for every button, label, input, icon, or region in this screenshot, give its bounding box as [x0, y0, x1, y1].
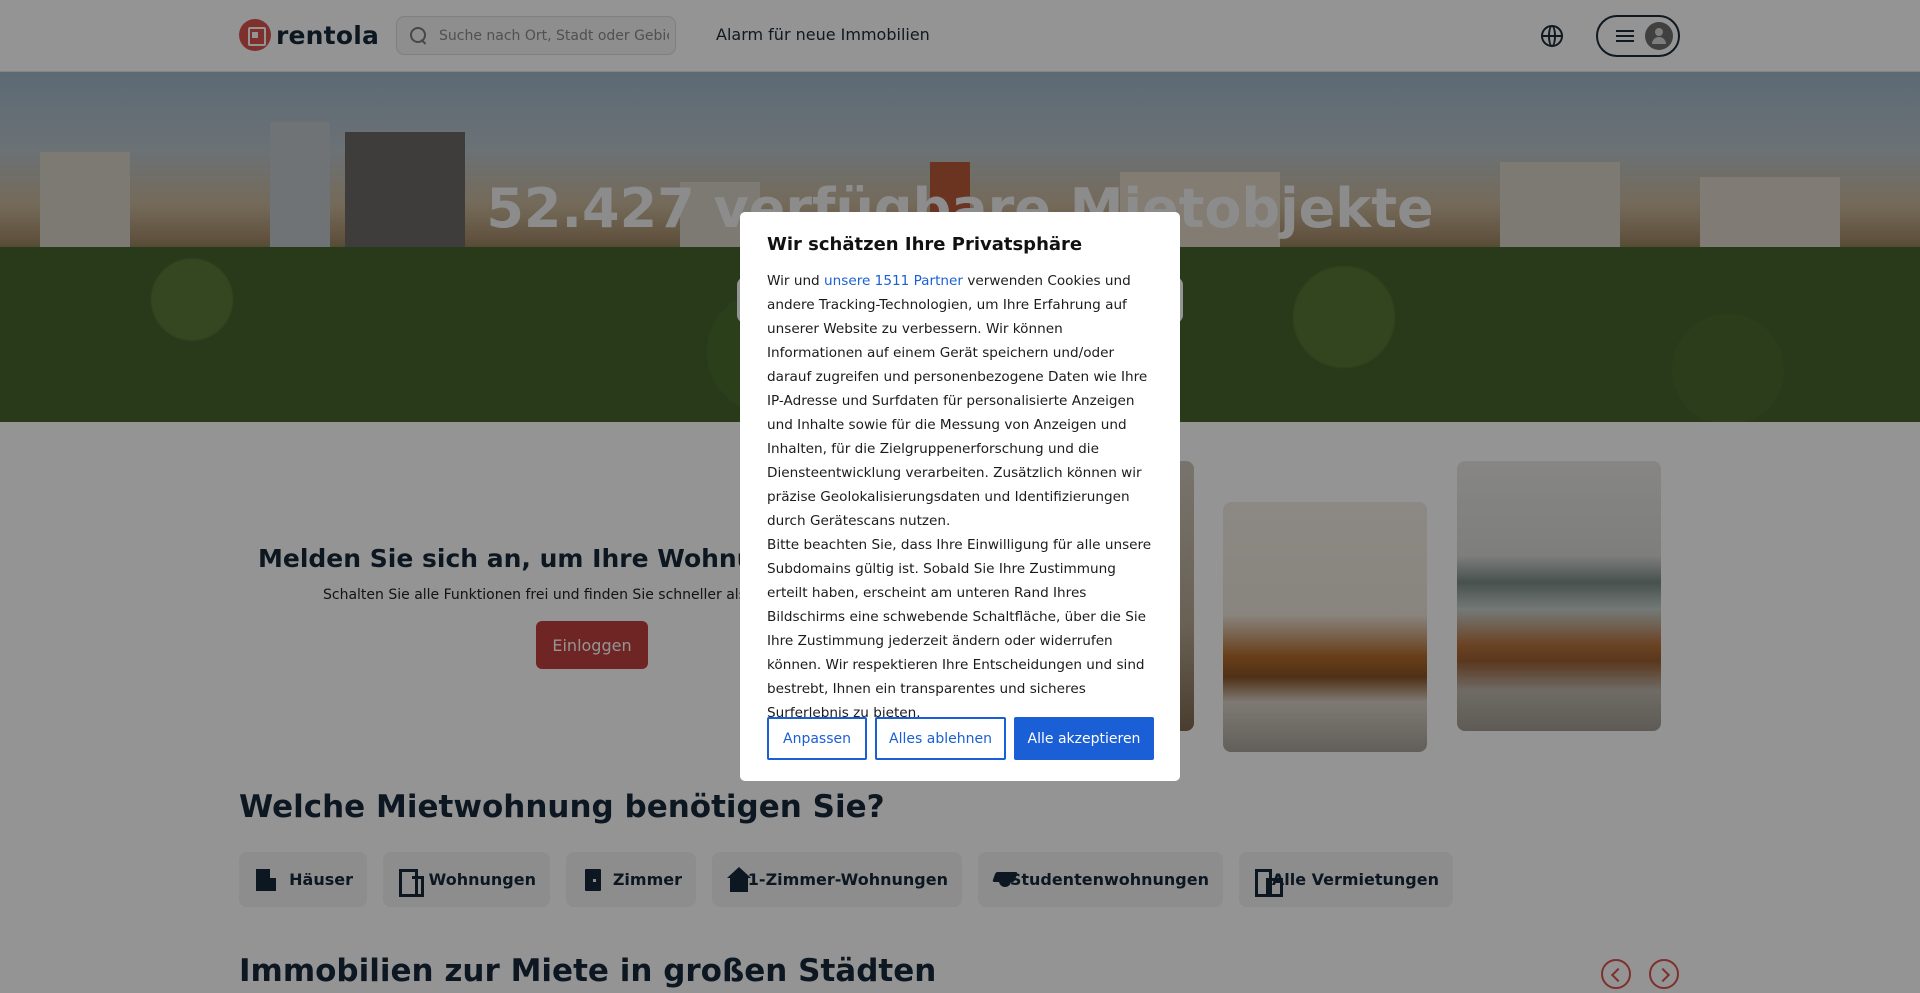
- consent-title: Wir schätzen Ihre Privatsphäre: [767, 234, 1083, 255]
- customize-button[interactable]: Anpassen: [767, 717, 867, 760]
- cookie-consent-dialog: Wir schätzen Ihre Privatsphäre Wir und u…: [740, 212, 1180, 781]
- consent-paragraph-2: Bitte beachten Sie, dass Ihre Einwilligu…: [767, 537, 1152, 721]
- reject-all-button[interactable]: Alles ablehnen: [875, 717, 1006, 760]
- partners-link[interactable]: unsere 1511 Partner: [824, 273, 963, 289]
- consent-paragraph-1: Wir und unsere 1511 Partner verwenden Co…: [767, 269, 1153, 533]
- consent-text: Wir und unsere 1511 Partner verwenden Co…: [767, 269, 1153, 725]
- consent-text-end: verwenden Cookies und andere Tracking-Te…: [767, 273, 1148, 529]
- consent-actions: Anpassen Alles ablehnen Alle akzeptieren: [767, 717, 1154, 760]
- accept-all-button[interactable]: Alle akzeptieren: [1014, 717, 1154, 760]
- consent-text-start: Wir und: [767, 273, 825, 289]
